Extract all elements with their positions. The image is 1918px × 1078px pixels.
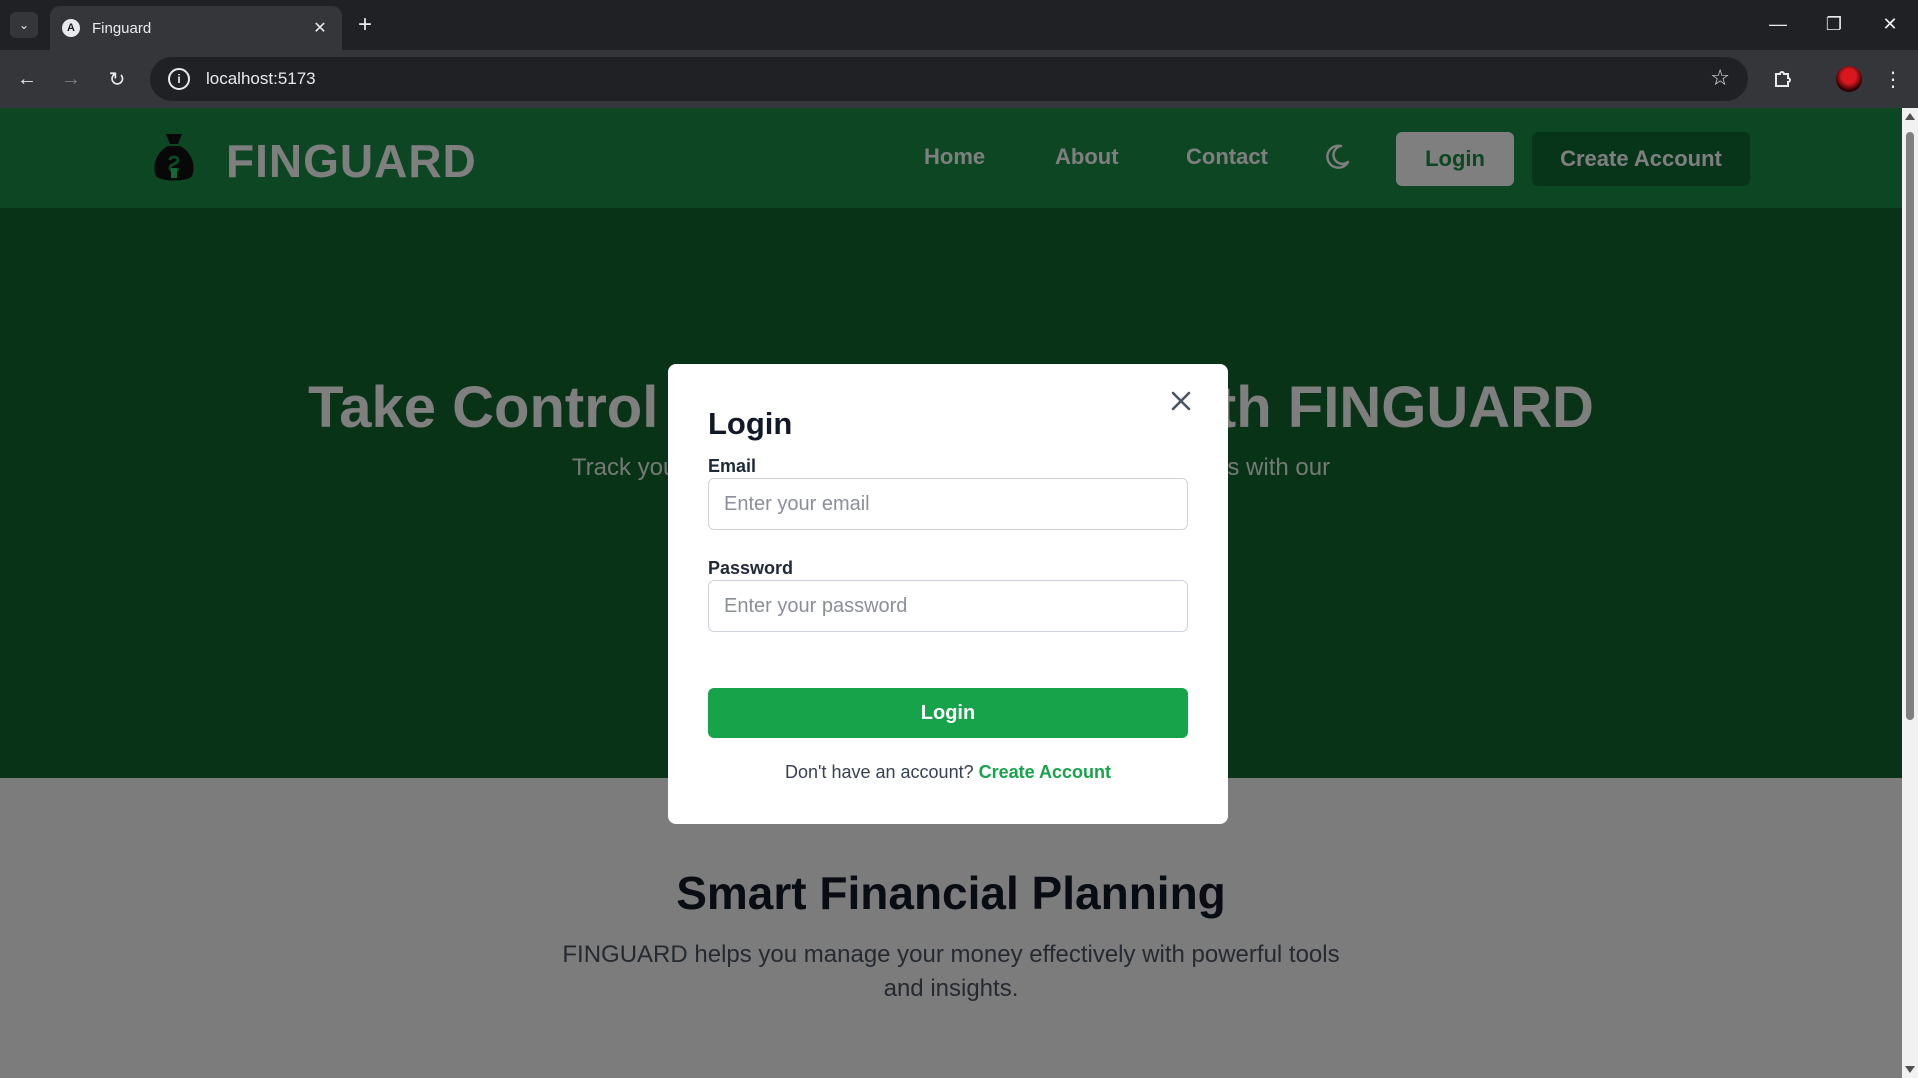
password-label: Password (708, 558, 794, 578)
site-info-icon[interactable]: i (168, 68, 190, 90)
puzzle-icon (1775, 71, 1791, 87)
tab-search-button[interactable]: ⌄ (10, 12, 38, 38)
browser-tab[interactable]: A Finguard ✕ (50, 6, 342, 50)
password-field[interactable] (708, 580, 1188, 632)
back-button[interactable]: ← (12, 64, 42, 94)
login-submit-button[interactable]: Login (708, 688, 1188, 738)
new-tab-button[interactable]: + (354, 12, 376, 38)
bookmark-star-icon[interactable]: ☆ (1710, 65, 1730, 91)
chevron-down-icon: ⌄ (18, 18, 30, 32)
profile-avatar[interactable] (1836, 66, 1862, 92)
browser-toolbar: ← → ↻ i localhost:5173 ☆ ⋮ (0, 50, 1918, 108)
tab-title: Finguard (92, 19, 152, 37)
url-text: localhost:5173 (206, 69, 316, 88)
modal-title: Login (708, 406, 793, 441)
page-viewport: FINGUARD Home About Contact Login Create… (0, 108, 1902, 1078)
extensions-button[interactable] (1768, 64, 1798, 94)
modal-footer: Don't have an account? Create Account (668, 762, 1228, 783)
page-scrollbar[interactable] (1902, 108, 1918, 1078)
close-icon[interactable] (1168, 388, 1194, 414)
scroll-thumb[interactable] (1906, 132, 1914, 720)
address-bar[interactable]: i localhost:5173 ☆ (150, 57, 1748, 101)
more-vertical-icon: ⋮ (1883, 68, 1903, 91)
browser-menu-button[interactable]: ⋮ (1878, 64, 1908, 94)
arrow-right-icon: → (61, 67, 81, 90)
email-label: Email (708, 456, 757, 476)
login-modal: Login Email Password Login Don't have an… (668, 364, 1228, 824)
restore-button[interactable]: ❐ (1812, 8, 1856, 40)
browser-tabstrip: ⌄ A Finguard ✕ + — ❐ ✕ (0, 0, 1918, 50)
scroll-up-icon[interactable] (1905, 113, 1915, 120)
reload-button[interactable]: ↻ (102, 64, 132, 94)
footer-text: Don't have an account? (785, 762, 974, 782)
scroll-down-icon[interactable] (1905, 1066, 1915, 1073)
minimize-button[interactable]: — (1756, 8, 1800, 40)
tab-favicon-icon: A (62, 19, 80, 37)
email-field[interactable] (708, 478, 1188, 530)
close-window-button[interactable]: ✕ (1868, 8, 1912, 40)
arrow-left-icon: ← (17, 67, 37, 90)
create-account-link[interactable]: Create Account (979, 762, 1111, 782)
reload-icon: ↻ (108, 68, 126, 91)
tab-close-icon[interactable]: ✕ (310, 18, 330, 38)
forward-button[interactable]: → (56, 64, 86, 94)
